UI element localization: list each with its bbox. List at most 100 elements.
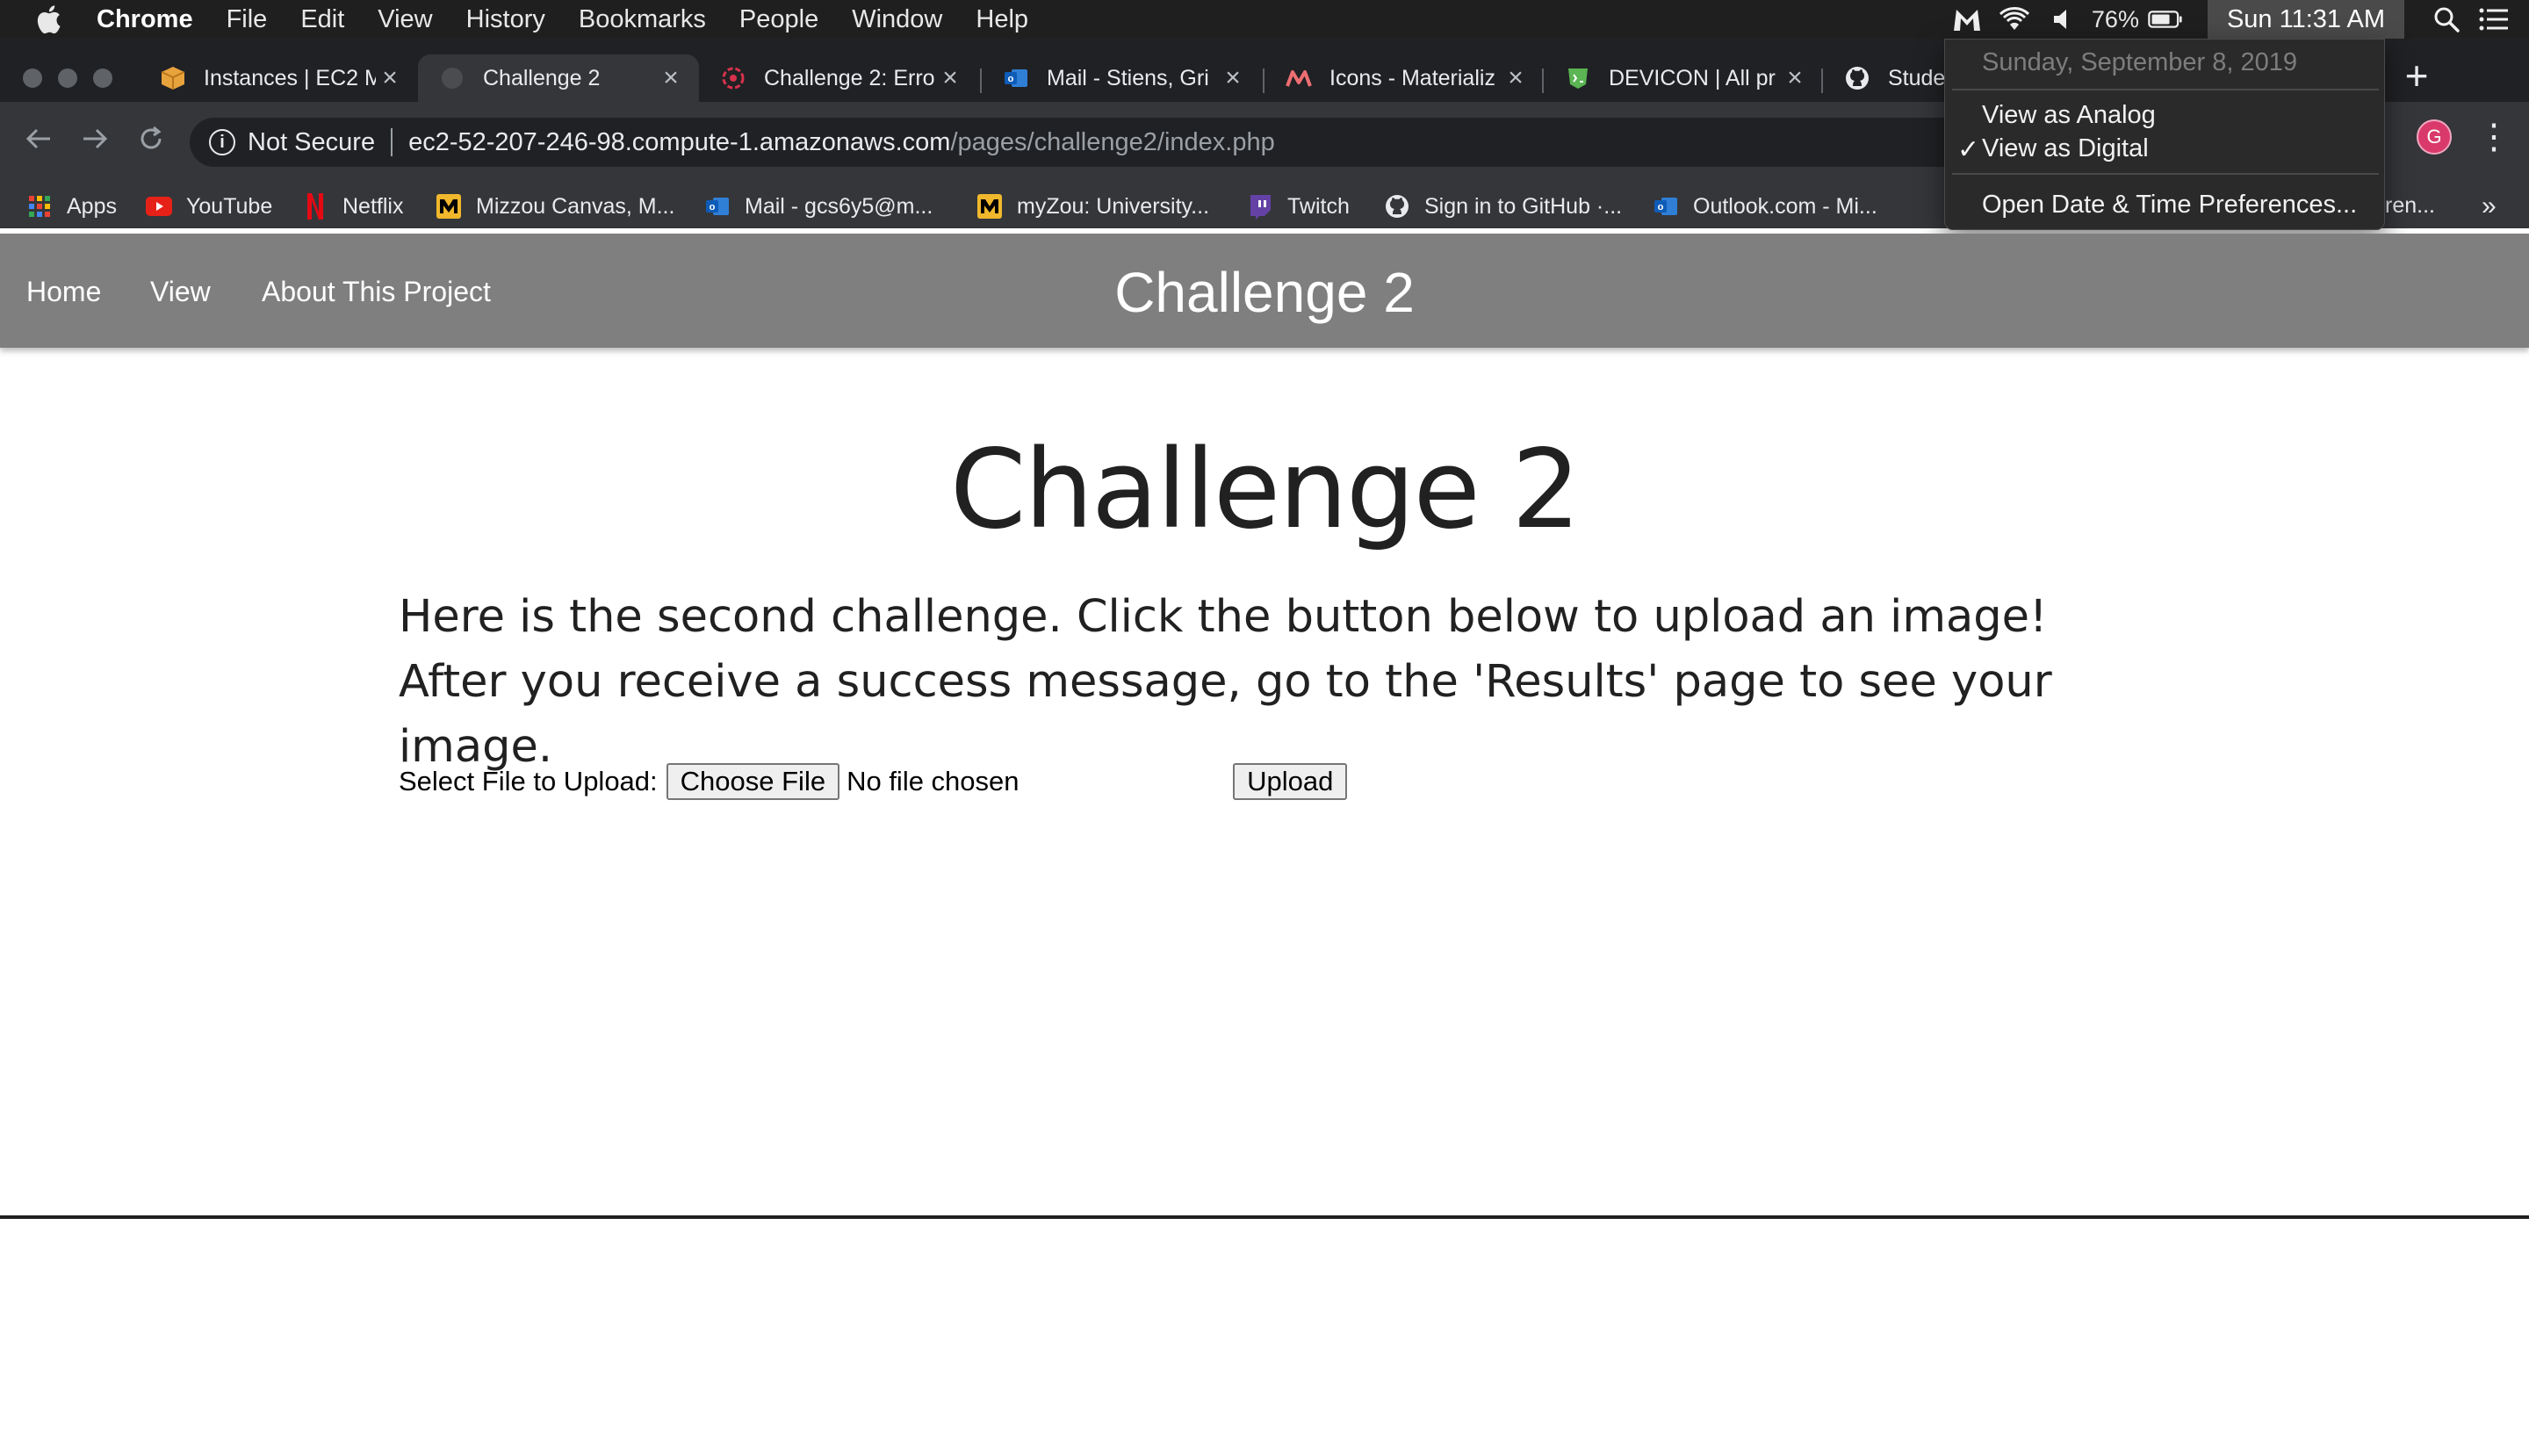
omnibox-divider	[391, 128, 393, 156]
tab-close-icon[interactable]: ×	[1781, 63, 1809, 92]
tab-close-icon[interactable]: ×	[657, 63, 685, 92]
bookmark-netflix[interactable]: Netflix	[302, 193, 403, 220]
window-minimize-button[interactable]	[58, 68, 77, 88]
tab-challenge-2[interactable]: Challenge 2 ×	[418, 54, 699, 102]
back-arrow-icon[interactable]	[18, 118, 60, 160]
profile-avatar[interactable]: G	[2417, 119, 2452, 155]
menu-file[interactable]: File	[227, 5, 268, 34]
url-path[interactable]: /pages/challenge2/index.php	[950, 128, 1274, 157]
debian-swirl-icon	[720, 65, 746, 91]
apple-logo-icon[interactable]	[35, 4, 61, 34]
bookmark-mizzou-canvas[interactable]: Mizzou Canvas, M...	[436, 193, 674, 220]
bookmark-label: YouTube	[186, 193, 273, 219]
tab-title: Challenge 2	[483, 65, 601, 90]
checkmark-icon: ✓	[1957, 135, 1980, 164]
tab-instances-ec2[interactable]: Instances | EC2 M ×	[139, 54, 418, 102]
page-title: Challenge 2	[949, 427, 1581, 553]
upload-button[interactable]: Upload	[1233, 763, 1348, 800]
mizzou-icon	[976, 193, 1003, 220]
tab-title: Studen	[1888, 65, 1944, 90]
tab-close-icon[interactable]: ×	[936, 63, 964, 92]
tab-title: Challenge 2: Erro	[764, 65, 935, 90]
outlook-icon: o	[704, 193, 731, 220]
tab-mail-stiens[interactable]: o Mail - Stiens, Gri ×	[982, 54, 1261, 102]
page-globe-icon	[439, 65, 465, 91]
menu-date-header: Sunday, September 8, 2019	[1982, 48, 2297, 76]
menu-help[interactable]: Help	[976, 5, 1028, 34]
tab-close-icon[interactable]: ×	[376, 63, 404, 92]
menu-bookmarks[interactable]: Bookmarks	[579, 5, 706, 34]
chrome-menu-icon[interactable]: ⋮	[2476, 118, 2511, 160]
info-icon[interactable]: i	[209, 129, 235, 155]
svg-text:o: o	[1658, 202, 1664, 213]
tab-students-github[interactable]: Studen	[1823, 54, 1944, 102]
volume-icon[interactable]	[2044, 2, 2079, 37]
malwarebytes-icon[interactable]	[1949, 2, 1985, 37]
bookmark-label: Mizzou Canvas, M...	[476, 193, 675, 219]
menu-separator	[1952, 173, 2379, 175]
bookmark-label: Sign in to GitHub ·...	[1424, 193, 1623, 219]
window-zoom-button[interactable]	[93, 68, 112, 88]
tab-close-icon[interactable]: ×	[1502, 63, 1530, 92]
choose-file-button[interactable]: Choose File	[666, 763, 840, 800]
menu-bar-extras: 76% Sun 11:31 AM	[1949, 0, 2529, 39]
menu-item-view-analog[interactable]: View as Analog	[1982, 101, 2156, 130]
macos-menu-bar: Chrome File Edit View History Bookmarks …	[0, 0, 2529, 39]
mizzou-icon	[436, 193, 462, 220]
web-page: Home View About This Project Challenge 2…	[0, 234, 2529, 1452]
outlook-icon: o	[1003, 65, 1029, 91]
menu-separator	[1952, 89, 2379, 90]
security-label[interactable]: Not Secure	[248, 128, 375, 157]
forward-arrow-icon[interactable]	[74, 118, 116, 160]
tab-devicon[interactable]: DEVICON | All pr ×	[1544, 54, 1823, 102]
reload-icon[interactable]	[130, 118, 172, 160]
svg-text:o: o	[710, 202, 716, 213]
battery-icon[interactable]	[2148, 2, 2183, 37]
window-close-button[interactable]	[23, 68, 42, 88]
bookmark-mail-gcs6y5[interactable]: o Mail - gcs6y5@m...	[704, 193, 933, 220]
site-brand[interactable]: Challenge 2	[0, 260, 2529, 325]
menu-app-chrome[interactable]: Chrome	[97, 5, 193, 34]
menu-window[interactable]: Window	[852, 5, 942, 34]
bookmark-label: myZou: University...	[1017, 193, 1210, 219]
bookmarks-overflow-icon[interactable]: »	[2482, 191, 2497, 221]
tab-close-icon[interactable]: ×	[1219, 63, 1247, 92]
netflix-icon	[302, 193, 328, 220]
bookmark-apps[interactable]: Apps	[26, 193, 117, 220]
menu-people[interactable]: People	[739, 5, 818, 34]
bookmark-label: ren...	[2385, 193, 2435, 218]
new-tab-button[interactable]: +	[2397, 55, 2436, 97]
menu-history[interactable]: History	[466, 5, 545, 34]
site-navbar: Home View About This Project Challenge 2	[0, 234, 2529, 348]
bookmark-label: Apps	[67, 193, 117, 219]
menu-view[interactable]: View	[378, 5, 432, 34]
materialize-icon	[1286, 65, 1312, 91]
bookmark-truncated[interactable]: ren...	[2385, 193, 2435, 219]
menu-item-view-digital[interactable]: View as Digital	[1982, 134, 2149, 163]
menu-item-date-time-preferences[interactable]: Open Date & Time Preferences...	[1982, 191, 2357, 220]
file-status-text: No file chosen	[847, 766, 1020, 796]
aws-box-icon	[160, 65, 186, 91]
bookmark-label: Twitch	[1287, 193, 1350, 219]
github-icon	[1844, 65, 1870, 91]
youtube-icon	[146, 193, 172, 220]
tab-title: DEVICON | All pr	[1609, 65, 1776, 90]
spotlight-search-icon[interactable]	[2429, 2, 2464, 37]
tab-title: Mail - Stiens, Gri	[1047, 65, 1209, 90]
tab-title: Instances | EC2 M	[204, 65, 376, 90]
upload-form: Select File to Upload: Choose File No fi…	[399, 762, 1348, 801]
challenge-description: Here is the second challenge. Click the …	[399, 591, 2052, 773]
menu-edit[interactable]: Edit	[300, 5, 344, 34]
wifi-icon[interactable]	[1997, 2, 2032, 37]
tab-icons-materialize[interactable]: Icons - Materializ ×	[1264, 54, 1544, 102]
tab-challenge-2-error[interactable]: Challenge 2: Erro ×	[699, 54, 978, 102]
bookmark-myzou[interactable]: myZou: University...	[976, 193, 1209, 220]
url-host[interactable]: ec2-52-207-246-98.compute-1.amazonaws.co…	[408, 128, 950, 157]
menu-bar-clock[interactable]: Sun 11:31 AM	[2207, 0, 2404, 39]
bookmark-youtube[interactable]: YouTube	[146, 193, 272, 220]
bookmark-github-signin[interactable]: Sign in to GitHub ·...	[1384, 193, 1622, 220]
upload-label: Select File to Upload:	[399, 766, 658, 796]
notification-center-icon[interactable]	[2476, 2, 2511, 37]
bookmark-twitch[interactable]: Twitch	[1247, 193, 1350, 220]
bookmark-outlook[interactable]: o Outlook.com - Mi...	[1653, 193, 1877, 220]
